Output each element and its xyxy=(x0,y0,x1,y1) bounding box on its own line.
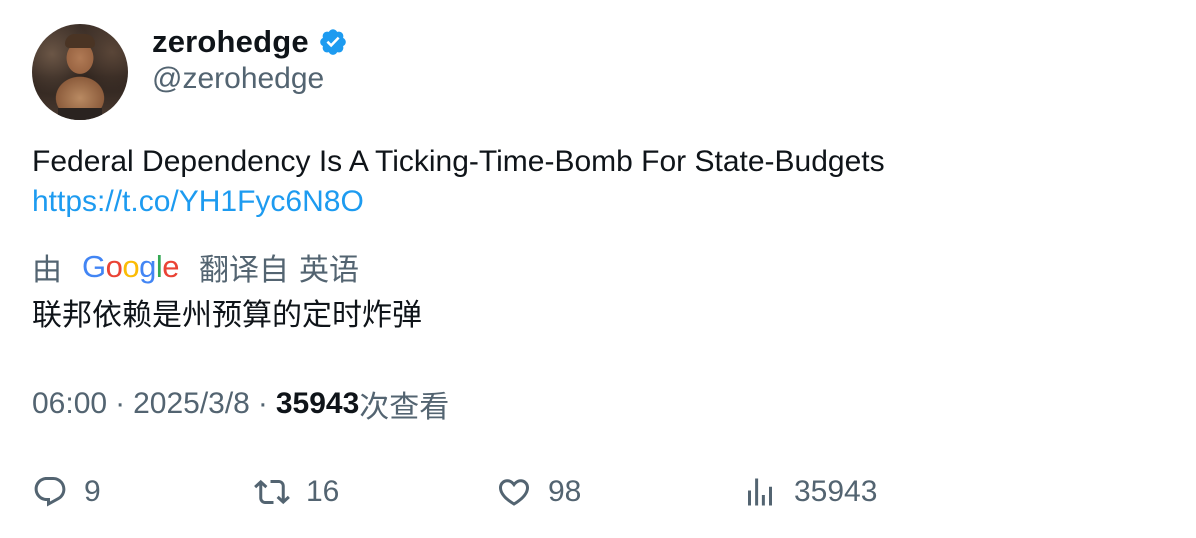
reply-icon xyxy=(34,477,66,507)
avatar-hair-shape xyxy=(65,34,95,48)
translation-from-label: 翻译自 xyxy=(199,254,290,287)
retweet-count: 16 xyxy=(306,475,340,508)
avatar-belt-shape xyxy=(58,108,102,120)
meta-separator: · xyxy=(115,387,126,420)
author-name-row: zerohedge xyxy=(152,22,348,62)
verified-badge-icon xyxy=(320,29,346,55)
views-label: 次查看 xyxy=(359,391,450,424)
tweet-text: Federal Dependency Is A Ticking-Time-Bom… xyxy=(32,145,885,178)
tweet-time[interactable]: 06:00 xyxy=(32,387,107,421)
tweet-link[interactable]: https://t.co/YH1Fyc6N8O xyxy=(32,182,885,222)
views-action-count: 35943 xyxy=(794,475,878,508)
meta-separator: · xyxy=(257,387,268,420)
author-handle[interactable]: @zerohedge xyxy=(152,62,324,96)
views-button[interactable]: 35943 xyxy=(742,470,877,514)
like-button[interactable]: 98 xyxy=(496,470,581,514)
like-count: 98 xyxy=(548,475,582,508)
translation-by-label: 由 xyxy=(32,254,62,287)
bar-chart-icon xyxy=(748,478,772,506)
views-count: 35943 xyxy=(275,387,360,420)
tweet-meta: 06:00 · 2025/3/8 · 35943 次查看 xyxy=(32,384,449,424)
google-logo: Google xyxy=(82,249,180,284)
retweet-icon xyxy=(254,479,290,505)
avatar[interactable] xyxy=(32,24,128,120)
reply-button[interactable]: 9 xyxy=(32,470,101,514)
retweet-button[interactable]: 16 xyxy=(254,470,339,514)
translation-source-language: 英语 xyxy=(299,254,360,287)
heart-icon xyxy=(498,479,530,506)
tweet-body: Federal Dependency Is A Ticking-Time-Bom… xyxy=(32,142,885,222)
reply-count: 9 xyxy=(84,475,101,508)
translation-attribution[interactable]: 由 Google 翻译自 英语 xyxy=(32,246,359,288)
action-bar: 9 16 98 35943 xyxy=(32,470,1172,514)
author-display-name[interactable]: zerohedge xyxy=(152,24,309,60)
translated-text: 联邦依赖是州预算的定时炸弹 xyxy=(32,299,422,332)
tweet-date[interactable]: 2025/3/8 xyxy=(133,387,250,421)
